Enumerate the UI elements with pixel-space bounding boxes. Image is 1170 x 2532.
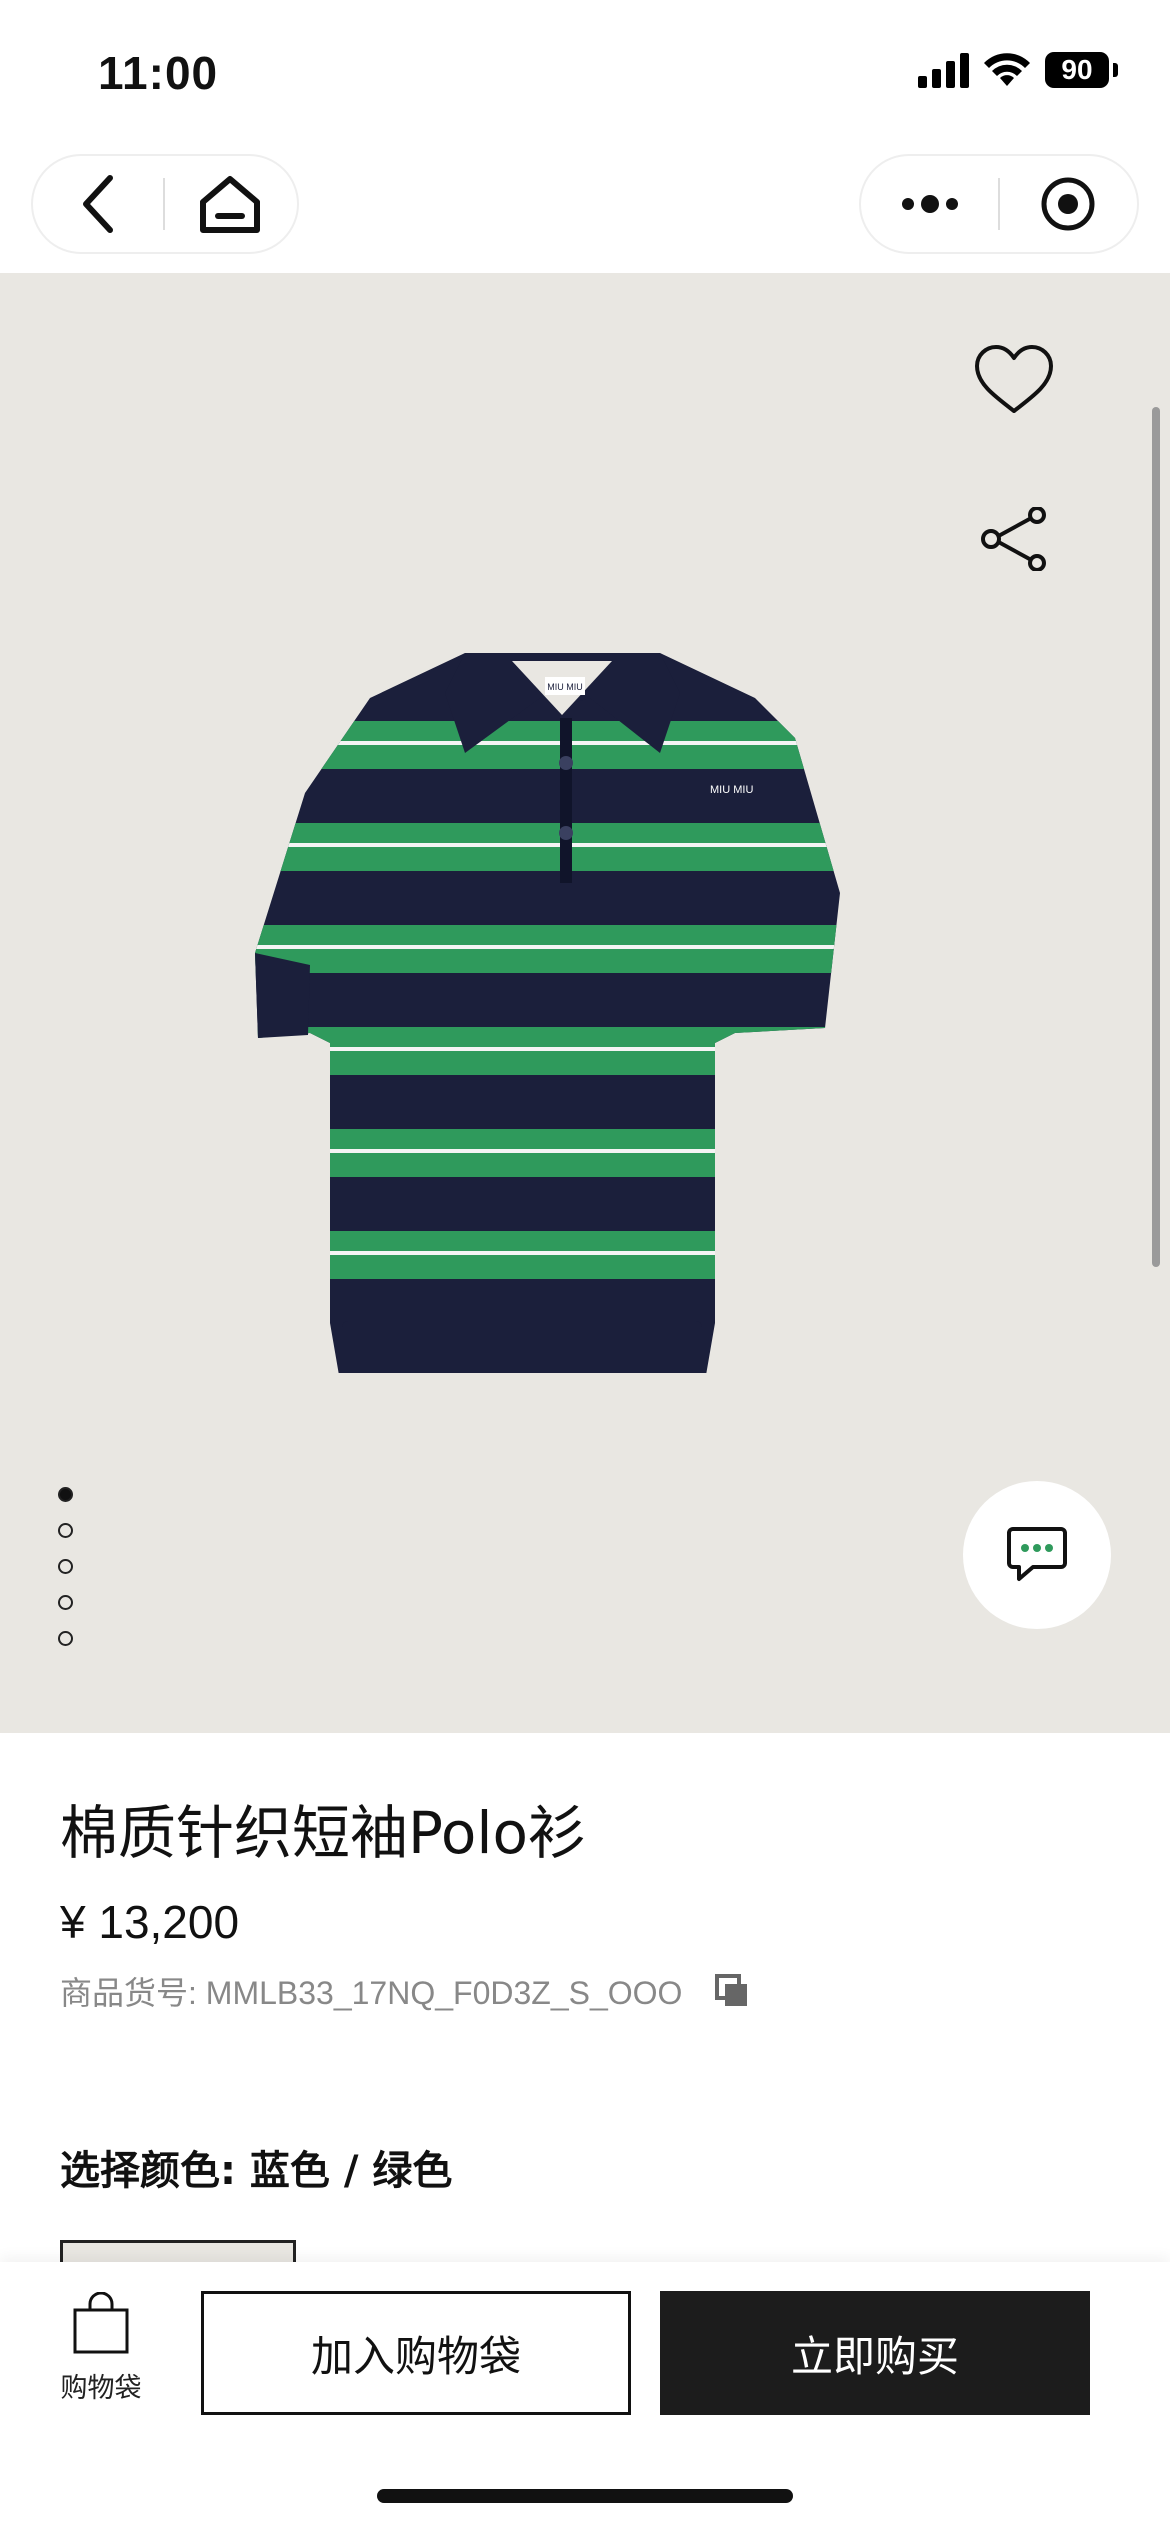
close-miniprogram-button[interactable] bbox=[1000, 156, 1137, 252]
status-bar: 11:00 90 bbox=[0, 0, 1170, 150]
home-button[interactable] bbox=[165, 156, 295, 252]
nav-capsule-left bbox=[31, 154, 299, 254]
shopping-bag-icon bbox=[73, 2292, 129, 2354]
copy-icon bbox=[715, 1974, 748, 2006]
battery-tip bbox=[1113, 63, 1118, 77]
share-button[interactable] bbox=[968, 493, 1060, 585]
back-button[interactable] bbox=[33, 156, 163, 252]
chat-bubble-icon bbox=[1007, 1527, 1067, 1581]
nav-capsule-right bbox=[859, 154, 1139, 254]
gallery-dot[interactable] bbox=[58, 1595, 73, 1610]
favorite-button[interactable] bbox=[968, 333, 1060, 425]
gallery-dot[interactable] bbox=[58, 1523, 73, 1538]
customer-service-button[interactable] bbox=[963, 1481, 1111, 1629]
share-icon bbox=[981, 507, 1046, 571]
shirt-pinstripe bbox=[255, 843, 840, 847]
cellular-signal-icon bbox=[918, 52, 969, 88]
color-selection-label: 选择颜色: 蓝色 / 绿色 bbox=[60, 2148, 453, 2194]
sku-row: 商品货号: MMLB33_17NQ_F0D3Z_S_OOO bbox=[60, 1968, 752, 2014]
product-title: 棉质针织短袖Polo衫 bbox=[60, 1799, 586, 1867]
svg-text:MIU MIU: MIU MIU bbox=[710, 784, 753, 796]
sku-text: 商品货号: MMLB33_17NQ_F0D3Z_S_OOO bbox=[60, 1975, 683, 2011]
status-icons: 90 bbox=[918, 52, 1118, 88]
status-time: 11:00 bbox=[98, 47, 219, 99]
scrollbar[interactable] bbox=[1152, 407, 1160, 1267]
svg-text:MIU MIU: MIU MIU bbox=[547, 682, 583, 692]
heart-icon bbox=[975, 345, 1053, 413]
chevron-left-icon bbox=[83, 175, 113, 233]
shirt-pinstripe bbox=[255, 1149, 840, 1153]
shirt-pinstripe bbox=[255, 1251, 840, 1255]
more-dots-icon bbox=[901, 195, 958, 213]
copy-sku-button[interactable] bbox=[712, 1971, 752, 2011]
shirt-pinstripe bbox=[255, 741, 840, 745]
wifi-icon bbox=[984, 53, 1030, 86]
add-to-bag-button[interactable]: 加入购物袋 bbox=[201, 2291, 631, 2415]
shopping-bag-button[interactable]: 购物袋 bbox=[46, 2292, 156, 2422]
bottom-action-bar: 购物袋 加入购物袋 立即购买 bbox=[0, 2262, 1170, 2532]
shirt-pinstripe bbox=[255, 1047, 840, 1051]
more-button[interactable] bbox=[861, 156, 998, 252]
shopping-bag-label: 购物袋 bbox=[60, 2373, 142, 2404]
gallery-dot[interactable] bbox=[58, 1559, 73, 1574]
product-price: ¥ 13,200 bbox=[60, 1896, 240, 1948]
home-indicator[interactable] bbox=[377, 2489, 793, 2503]
gallery-dot[interactable] bbox=[58, 1631, 73, 1646]
product-gallery[interactable]: MIU MIU MIU MIU bbox=[0, 273, 1170, 1733]
polo-shirt-image: MIU MIU MIU MIU bbox=[255, 653, 840, 1373]
target-icon bbox=[1041, 177, 1095, 231]
battery-icon: 90 bbox=[1045, 52, 1109, 88]
buy-now-button[interactable]: 立即购买 bbox=[660, 2291, 1090, 2415]
gallery-pagination bbox=[58, 1487, 73, 1646]
home-icon bbox=[200, 176, 260, 233]
gallery-dot[interactable] bbox=[58, 1487, 73, 1502]
